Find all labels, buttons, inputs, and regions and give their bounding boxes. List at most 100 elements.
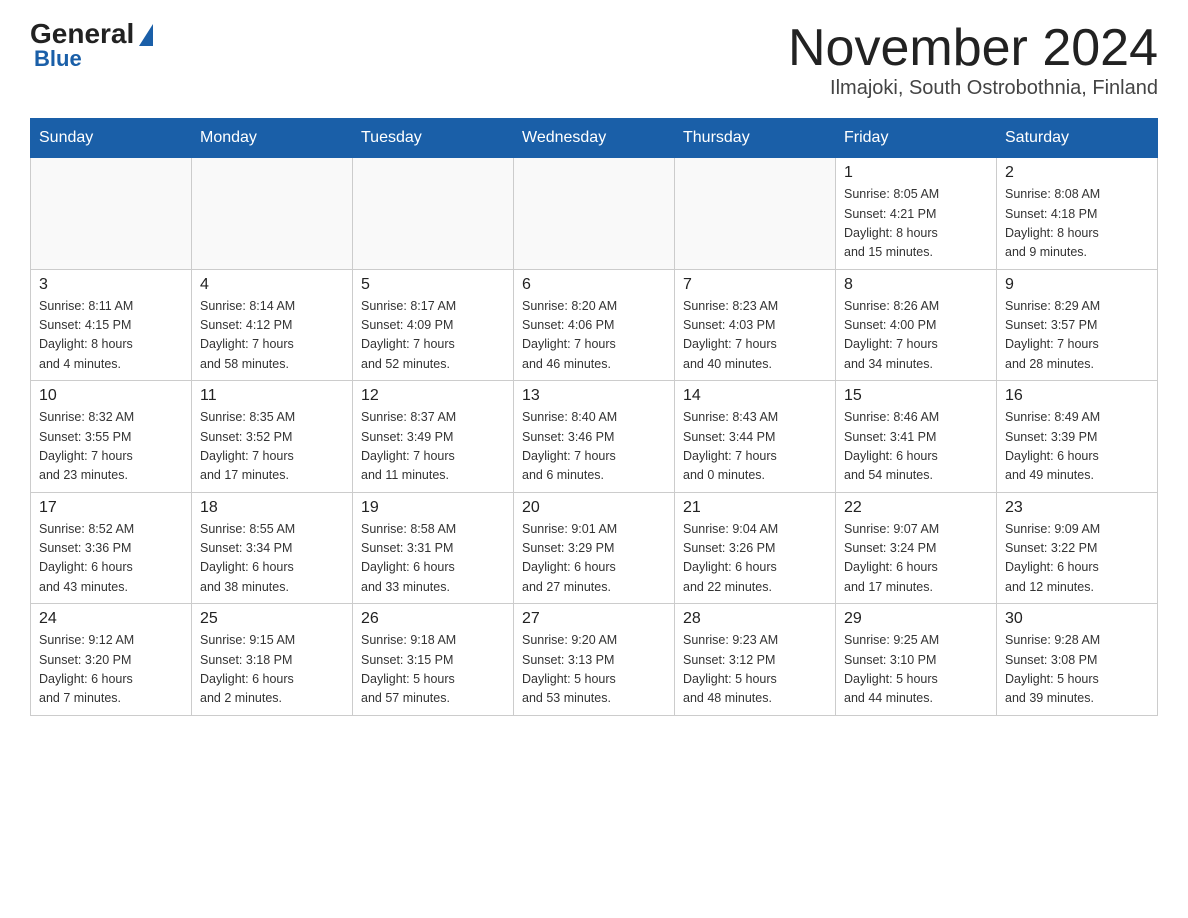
calendar-cell: 21 Sunrise: 9:04 AM Sunset: 3:26 PM Dayli… [675,492,836,604]
weekday-header-row: SundayMondayTuesdayWednesdayThursdayFrid… [31,119,1158,158]
logo: General Blue [30,20,153,72]
day-info: Sunrise: 8:37 AM Sunset: 3:49 PM Dayligh… [361,408,505,486]
calendar-cell: 15 Sunrise: 8:46 AM Sunset: 3:41 PM Dayli… [836,381,997,493]
day-info: Sunrise: 9:07 AM Sunset: 3:24 PM Dayligh… [844,520,988,598]
month-title: November 2024 [788,20,1158,77]
day-number: 6 [522,276,666,294]
weekday-header-friday: Friday [836,119,997,158]
day-number: 26 [361,610,505,628]
day-info: Sunrise: 9:15 AM Sunset: 3:18 PM Dayligh… [200,631,344,709]
day-info: Sunrise: 8:52 AM Sunset: 3:36 PM Dayligh… [39,520,183,598]
calendar-cell: 12 Sunrise: 8:37 AM Sunset: 3:49 PM Dayli… [353,381,514,493]
day-info: Sunrise: 8:35 AM Sunset: 3:52 PM Dayligh… [200,408,344,486]
day-number: 15 [844,387,988,405]
weekday-header-tuesday: Tuesday [353,119,514,158]
day-number: 3 [39,276,183,294]
day-number: 17 [39,499,183,517]
day-number: 25 [200,610,344,628]
weekday-header-monday: Monday [192,119,353,158]
calendar-cell [31,158,192,270]
day-info: Sunrise: 8:23 AM Sunset: 4:03 PM Dayligh… [683,297,827,375]
logo-general-text: General [30,20,153,48]
day-number: 18 [200,499,344,517]
day-number: 7 [683,276,827,294]
day-number: 2 [1005,164,1149,182]
calendar-cell: 27Sunrise: 9:20 AM Sunset: 3:13 PM Dayli… [514,604,675,716]
day-info: Sunrise: 8:08 AM Sunset: 4:18 PM Dayligh… [1005,185,1149,263]
calendar-table: SundayMondayTuesdayWednesdayThursdayFrid… [30,118,1158,716]
logo-triangle-icon [139,24,153,46]
calendar-cell: 29 Sunrise: 9:25 AM Sunset: 3:10 PM Dayli… [836,604,997,716]
day-info: Sunrise: 9:09 AM Sunset: 3:22 PM Dayligh… [1005,520,1149,598]
calendar-cell: 17 Sunrise: 8:52 AM Sunset: 3:36 PM Dayli… [31,492,192,604]
day-number: 29 [844,610,988,628]
calendar-cell: 25 Sunrise: 9:15 AM Sunset: 3:18 PM Dayli… [192,604,353,716]
day-info: Sunrise: 9:25 AM Sunset: 3:10 PM Dayligh… [844,631,988,709]
day-number: 5 [361,276,505,294]
day-info: Sunrise: 8:29 AM Sunset: 3:57 PM Dayligh… [1005,297,1149,375]
calendar-cell: 7 Sunrise: 8:23 AM Sunset: 4:03 PM Daylig… [675,269,836,381]
calendar-cell: 9 Sunrise: 8:29 AM Sunset: 3:57 PM Daylig… [997,269,1158,381]
day-number: 23 [1005,499,1149,517]
week-row-5: 24 Sunrise: 9:12 AM Sunset: 3:20 PM Dayli… [31,604,1158,716]
calendar-cell: 13 Sunrise: 8:40 AM Sunset: 3:46 PM Dayli… [514,381,675,493]
day-info: Sunrise: 8:05 AM Sunset: 4:21 PM Dayligh… [844,185,988,263]
week-row-2: 3 Sunrise: 8:11 AM Sunset: 4:15 PM Daylig… [31,269,1158,381]
day-number: 21 [683,499,827,517]
day-info: Sunrise: 8:20 AM Sunset: 4:06 PM Dayligh… [522,297,666,375]
logo-general-word: General [30,20,134,48]
calendar-cell: 2 Sunrise: 8:08 AM Sunset: 4:18 PM Daylig… [997,158,1158,270]
calendar-cell: 22 Sunrise: 9:07 AM Sunset: 3:24 PM Dayli… [836,492,997,604]
calendar-cell: 24 Sunrise: 9:12 AM Sunset: 3:20 PM Dayli… [31,604,192,716]
day-number: 14 [683,387,827,405]
day-info: Sunrise: 8:49 AM Sunset: 3:39 PM Dayligh… [1005,408,1149,486]
day-number: 9 [1005,276,1149,294]
weekday-header-sunday: Sunday [31,119,192,158]
calendar-cell: 16 Sunrise: 8:49 AM Sunset: 3:39 PM Dayli… [997,381,1158,493]
calendar-cell: 1Sunrise: 8:05 AM Sunset: 4:21 PM Daylig… [836,158,997,270]
calendar-cell: 19 Sunrise: 8:58 AM Sunset: 3:31 PM Dayli… [353,492,514,604]
day-info: Sunrise: 8:40 AM Sunset: 3:46 PM Dayligh… [522,408,666,486]
calendar-cell: 10Sunrise: 8:32 AM Sunset: 3:55 PM Dayli… [31,381,192,493]
day-info: Sunrise: 9:28 AM Sunset: 3:08 PM Dayligh… [1005,631,1149,709]
calendar-cell [514,158,675,270]
calendar-cell [675,158,836,270]
day-number: 20 [522,499,666,517]
day-info: Sunrise: 8:11 AM Sunset: 4:15 PM Dayligh… [39,297,183,375]
day-number: 22 [844,499,988,517]
calendar-cell [192,158,353,270]
calendar-cell: 11 Sunrise: 8:35 AM Sunset: 3:52 PM Dayli… [192,381,353,493]
day-info: Sunrise: 8:55 AM Sunset: 3:34 PM Dayligh… [200,520,344,598]
calendar-cell: 20 Sunrise: 9:01 AM Sunset: 3:29 PM Dayli… [514,492,675,604]
calendar-cell: 6 Sunrise: 8:20 AM Sunset: 4:06 PM Daylig… [514,269,675,381]
day-info: Sunrise: 9:04 AM Sunset: 3:26 PM Dayligh… [683,520,827,598]
day-info: Sunrise: 8:58 AM Sunset: 3:31 PM Dayligh… [361,520,505,598]
day-number: 12 [361,387,505,405]
day-number: 24 [39,610,183,628]
calendar-cell: 28 Sunrise: 9:23 AM Sunset: 3:12 PM Dayli… [675,604,836,716]
calendar-cell: 4 Sunrise: 8:14 AM Sunset: 4:12 PM Daylig… [192,269,353,381]
calendar-cell: 5Sunrise: 8:17 AM Sunset: 4:09 PM Daylig… [353,269,514,381]
day-number: 27 [522,610,666,628]
calendar-cell: 23 Sunrise: 9:09 AM Sunset: 3:22 PM Dayli… [997,492,1158,604]
day-number: 16 [1005,387,1149,405]
day-number: 11 [200,387,344,405]
calendar-cell: 26Sunrise: 9:18 AM Sunset: 3:15 PM Dayli… [353,604,514,716]
weekday-header-saturday: Saturday [997,119,1158,158]
day-number: 13 [522,387,666,405]
day-info: Sunrise: 9:01 AM Sunset: 3:29 PM Dayligh… [522,520,666,598]
calendar-cell: 8 Sunrise: 8:26 AM Sunset: 4:00 PM Daylig… [836,269,997,381]
week-row-3: 10Sunrise: 8:32 AM Sunset: 3:55 PM Dayli… [31,381,1158,493]
day-number: 19 [361,499,505,517]
day-info: Sunrise: 8:46 AM Sunset: 3:41 PM Dayligh… [844,408,988,486]
day-info: Sunrise: 8:26 AM Sunset: 4:00 PM Dayligh… [844,297,988,375]
day-info: Sunrise: 8:43 AM Sunset: 3:44 PM Dayligh… [683,408,827,486]
day-number: 4 [200,276,344,294]
day-info: Sunrise: 8:14 AM Sunset: 4:12 PM Dayligh… [200,297,344,375]
day-info: Sunrise: 9:23 AM Sunset: 3:12 PM Dayligh… [683,631,827,709]
calendar-cell [353,158,514,270]
day-number: 28 [683,610,827,628]
calendar-cell: 3 Sunrise: 8:11 AM Sunset: 4:15 PM Daylig… [31,269,192,381]
day-info: Sunrise: 9:12 AM Sunset: 3:20 PM Dayligh… [39,631,183,709]
day-number: 8 [844,276,988,294]
